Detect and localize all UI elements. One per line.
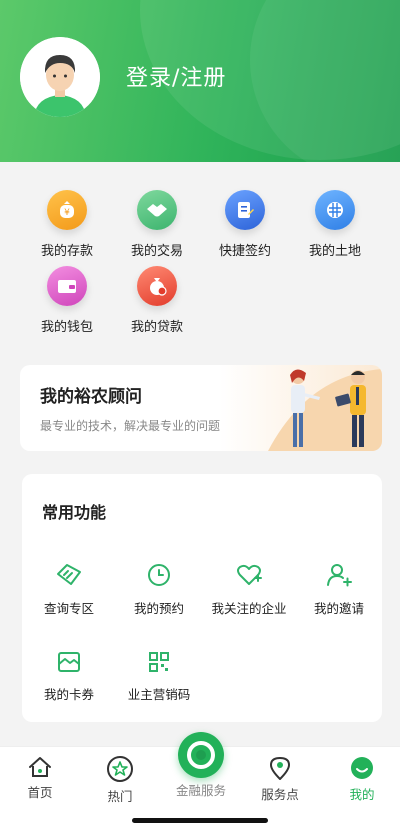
wallet-icon — [47, 266, 87, 306]
quick-item-label: 我的存款 — [40, 244, 93, 259]
card-coupon-icon — [58, 652, 80, 672]
function-item-label: 我的卡券 — [43, 687, 94, 702]
location-icon — [270, 757, 290, 780]
quick-item-label: 我的土地 — [308, 244, 361, 259]
quick-item-label: 我的贷款 — [130, 320, 183, 335]
quick-item-trade[interactable]: 我的交易 — [112, 190, 202, 259]
loan-icon — [137, 266, 177, 306]
user-avatar-icon — [20, 37, 100, 117]
function-item-label: 业主营销码 — [127, 687, 191, 702]
sign-icon — [225, 190, 265, 230]
quick-item-wallet[interactable]: 我的钱包 — [22, 266, 112, 335]
svg-text:¥: ¥ — [64, 208, 70, 218]
quick-item-label: 快捷签约 — [218, 244, 271, 259]
tab-me[interactable]: 我的 — [322, 755, 400, 803]
tab-label: 热门 — [107, 789, 133, 804]
hot-icon — [107, 756, 133, 782]
handshake-icon — [137, 190, 177, 230]
tab-label: 首页 — [27, 785, 53, 800]
quick-item-land[interactable]: 我的土地 — [290, 190, 380, 259]
ticket-icon — [57, 564, 81, 585]
function-item-query[interactable]: 查询专区 — [24, 562, 114, 617]
home-indicator — [132, 818, 268, 823]
tab-finance-services[interactable] — [178, 732, 224, 778]
heart-icon — [237, 564, 262, 585]
function-item-coupons[interactable]: 我的卡券 — [24, 650, 114, 703]
function-item-invitation[interactable]: 我的邀请 — [294, 562, 384, 617]
quick-item-label: 我的交易 — [130, 244, 183, 259]
add-user-icon — [327, 564, 352, 587]
profile-header: 登录/注册 — [0, 0, 400, 162]
quick-item-loan[interactable]: 我的贷款 — [112, 266, 202, 335]
function-item-appointment[interactable]: 我的预约 — [114, 562, 204, 617]
function-item-label: 查询专区 — [43, 601, 94, 616]
function-item-marketing-code[interactable]: 业主营销码 — [114, 650, 204, 703]
tab-home[interactable]: 首页 — [0, 755, 80, 801]
quick-entries: ¥ 我的存款 我的交易 快捷签约 我的土地 我的钱包 我的贷款 — [0, 162, 400, 360]
qr-code-icon — [149, 652, 169, 672]
quick-item-sign[interactable]: 快捷签约 — [200, 190, 290, 259]
tab-label: 服务点 — [261, 787, 299, 802]
quick-item-label: 我的钱包 — [40, 320, 93, 335]
avatar[interactable] — [20, 37, 100, 117]
me-icon — [351, 757, 373, 779]
common-functions-card: 常用功能 查询专区 我的预约 我关注的企业 我的邀请 我的卡券 业主营销码 — [22, 474, 382, 722]
tab-label: 我的 — [349, 787, 375, 802]
advisor-title: 我的裕农顾问 — [40, 387, 142, 407]
function-item-label: 我关注的企业 — [211, 601, 287, 616]
tab-service-points[interactable]: 服务点 — [240, 755, 320, 803]
finance-icon — [187, 741, 215, 769]
function-item-label: 我的预约 — [133, 601, 184, 616]
advisor-illustration — [268, 369, 382, 451]
clock-icon — [148, 564, 170, 586]
function-item-followed-companies[interactable]: 我关注的企业 — [204, 562, 294, 617]
login-register-link[interactable]: 登录/注册 — [126, 60, 226, 92]
deposit-icon: ¥ — [47, 190, 87, 230]
advisor-banner[interactable]: 我的裕农顾问 最专业的技术，解决最专业的问题 — [20, 365, 382, 451]
tab-finance-label: 金融服务 — [175, 783, 226, 798]
land-icon — [315, 190, 355, 230]
common-functions-title: 常用功能 — [42, 503, 107, 522]
function-item-label: 我的邀请 — [313, 601, 364, 616]
quick-item-deposit[interactable]: ¥ 我的存款 — [22, 190, 112, 259]
home-icon — [29, 757, 51, 777]
tab-hot[interactable]: 热门 — [80, 755, 160, 805]
advisor-subtitle: 最专业的技术，解决最专业的问题 — [40, 419, 221, 433]
